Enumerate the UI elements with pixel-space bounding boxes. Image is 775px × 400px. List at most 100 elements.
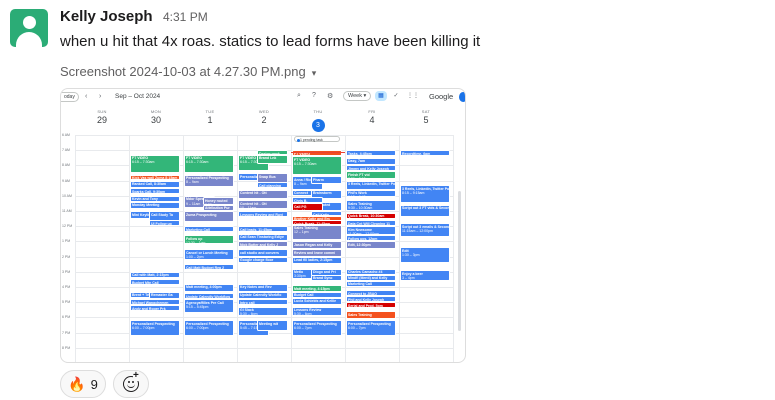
calendar-event: Brand Lnk xyxy=(257,154,288,164)
attachment-caret-icon[interactable]: ▾ xyxy=(312,68,317,78)
calendar-event: Quick Break, 10:30am xyxy=(346,212,396,219)
day-divider xyxy=(75,135,76,362)
avatar-body-shape xyxy=(16,32,42,47)
current-time-indicator xyxy=(291,152,345,153)
calendar-event: Agencyaffilies Pre Call 5:15 – 5:45pm xyxy=(184,299,234,313)
day-date: 1 xyxy=(207,115,213,125)
calendar-event: Personalized Prospecting 6:00 – 7:00pm xyxy=(184,320,234,336)
event-title: Brand Lnk xyxy=(259,156,277,161)
hour-gridline xyxy=(75,317,453,319)
calendar-event: Kim Newsome 11:30am – 12:00pm xyxy=(346,226,396,236)
today-button: oday xyxy=(61,92,79,102)
calendar-event: Remaster Ga xyxy=(149,291,180,300)
calendar-event: Call Matt Budget Rep 2 xyxy=(184,264,234,271)
day-name: THU xyxy=(313,109,323,114)
calendar-event: Budget Mtn Call xyxy=(130,279,180,286)
calendar-event: Call Sean Tinstaring Ediye xyxy=(238,233,288,242)
day-header-sat: SAT 5 xyxy=(399,109,453,125)
calendar-event: FT VIDEO 6:15 – 7:30am xyxy=(292,156,342,175)
hour-label: 7 AM xyxy=(62,148,70,153)
event-title: Serial and Prod, 5pm xyxy=(348,303,383,308)
event-time: 1:30 – 3pm xyxy=(402,253,420,258)
sender-name[interactable]: Kelly Joseph xyxy=(60,8,153,25)
event-time: 3 – 4pm xyxy=(402,275,415,280)
event-title: Recordtime, 6am xyxy=(402,151,431,156)
event-title: Connect to JBAO xyxy=(348,291,377,296)
hour-label: 2 PM xyxy=(62,254,71,259)
event-time: 12:30 – 1pm xyxy=(186,241,206,245)
calendar-event: call studio and convers xyxy=(238,249,288,257)
hour-label: 3 PM xyxy=(62,269,71,274)
day-header-wed: WED 2 xyxy=(237,109,291,125)
event-title: Marketing Call xyxy=(186,227,210,232)
event-title: Mindfl (Menti) and Kelly xyxy=(348,276,388,281)
calendar-event: Gl Slack 5:30 – 6pm xyxy=(238,306,288,316)
calendar-event: Sales Training xyxy=(346,311,396,319)
calendar-event: Edit 1:30 – 3pm xyxy=(400,247,450,263)
calendar-event: Jason Regan and Kelly xyxy=(292,241,342,249)
event-time: 8 – 9am xyxy=(186,180,199,185)
calendar-event: Update Calendly Workflo xyxy=(238,291,288,300)
event-title: Content hit - Ott xyxy=(240,191,267,196)
hour-gridline xyxy=(75,135,453,136)
calendar-event: Finish FT vid7:30 – 8:15pm xyxy=(346,171,396,180)
user-avatar[interactable] xyxy=(10,9,48,47)
calendar-event: Key Notes and Rev xyxy=(238,283,288,292)
calendar-event: Review and leave commi xyxy=(292,249,342,257)
add-reaction-button[interactable]: + xyxy=(113,370,149,398)
calendar-event: Meeting wit xyxy=(257,320,288,332)
calendar-event: Call planning xyxy=(257,182,288,189)
message-timestamp[interactable]: 4:31 PM xyxy=(163,10,208,24)
fire-emoji-icon: 🔥 xyxy=(68,375,86,392)
calendar-event: Dasy, 7am xyxy=(346,157,396,166)
calendar-event: Honey routed9:30am xyxy=(203,197,234,205)
attachment-title[interactable]: Screenshot 2024-10-03 at 4.27.30 PM.png ▾ xyxy=(60,64,316,79)
event-title: Brand Sync xyxy=(313,276,333,281)
help-icon: ? xyxy=(312,92,316,99)
event-title: Marketing Call xyxy=(348,282,372,287)
event-title: Update Calendly Workflo xyxy=(240,293,282,298)
event-title: Pharm xyxy=(313,177,324,182)
event-time: 5:15 – 5:45pm xyxy=(186,304,209,309)
calendar-event: Cancel or Lunch Meeting 1:00 – 2pm xyxy=(184,249,234,260)
event-title: Call Matt Budget Rep 2 xyxy=(186,265,225,270)
day-header-thu: THU 3 xyxy=(291,109,345,132)
event-title: call studio and convers xyxy=(240,250,279,255)
calendar-event: Phil's Work9:15 – 9:45am xyxy=(346,189,396,198)
day-name: SAT xyxy=(421,109,431,114)
hour-label: 6 PM xyxy=(62,315,71,320)
attachment-screenshot[interactable]: oday ‹ › Sep – Oct 2024 ⌕ ? ⚙ Week ▾ ▦ ✓… xyxy=(60,88,466,363)
event-time: 10 – 11am xyxy=(240,206,257,210)
event-title: Zuma Prospecting xyxy=(186,212,217,217)
reaction-count: 9 xyxy=(90,376,98,392)
event-title: Sales Training xyxy=(348,312,372,317)
day-header-sun: SUN 29 xyxy=(75,109,129,125)
hour-label: 10 AM xyxy=(62,193,72,198)
event-title: Edit, 12:30pm xyxy=(348,242,371,247)
event-title: Script out 3 FT vids & Second xyxy=(402,206,450,211)
day-date: 4 xyxy=(369,115,375,125)
event-title: 3 Reels, Linkedin, Twitter Post xyxy=(348,182,396,187)
event-title: Meeting wit xyxy=(259,321,279,326)
day-name: MON xyxy=(150,109,162,114)
event-title: Dasy, 7am xyxy=(348,159,366,164)
event-title: Call with Matt, 2:15pm xyxy=(132,273,169,278)
calendar-event: Nick Butter and Kelly J xyxy=(238,241,288,248)
hour-label: 7 PM xyxy=(62,330,71,335)
event-title: Update Calendly Workflow xyxy=(186,294,231,299)
calendar-event: Script out 3 FT vids & Second xyxy=(400,204,450,218)
hour-label: 11 AM xyxy=(62,209,72,213)
event-title: Phil and Kelly Joseph xyxy=(348,297,385,302)
event-title: Review and leave commi xyxy=(294,250,336,255)
calendar-event: FT VIDEO 6:15 – 7:30am xyxy=(184,154,234,173)
event-time: 7:30 – 8:15pm xyxy=(348,177,394,178)
event-title: Budget Call xyxy=(294,293,314,298)
day-header-tue: TUE 1 xyxy=(183,109,237,125)
event-title: Kick Vas wall Zuma 8:15am xyxy=(132,176,178,180)
calendar-event: Marketing Call xyxy=(346,280,396,287)
reaction-fire[interactable]: 🔥 9 xyxy=(60,370,106,398)
calendar-event: Matt meeting, 4:00pm xyxy=(184,283,234,292)
event-time: 5:30 – 6pm xyxy=(294,312,312,316)
event-title: Nick Butter and Kelly J xyxy=(240,242,279,247)
calendar-event: Sales Training 12 – 1pm xyxy=(292,224,342,240)
